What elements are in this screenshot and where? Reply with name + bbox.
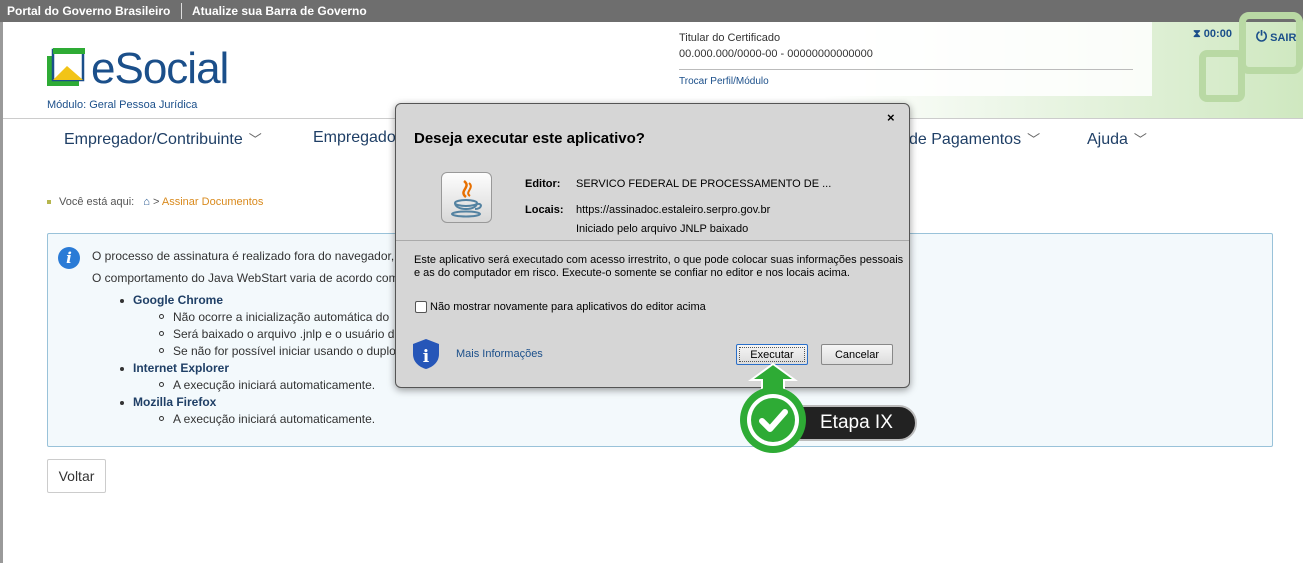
info-text: O processo de assinatura é realizado for… — [92, 249, 395, 263]
info-icon: i — [58, 247, 80, 269]
svg-text:i: i — [423, 347, 430, 367]
logout-label: SAIR — [1270, 32, 1297, 44]
nav-label: Empregador/Contribuinte — [64, 131, 243, 148]
bullet-icon — [159, 382, 164, 387]
trocar-perfil-link[interactable]: Trocar Perfil/Módulo — [679, 76, 769, 87]
breadcrumb-current: Assinar Documentos — [161, 196, 264, 208]
dialog-title: Deseja executar este aplicativo? — [414, 130, 645, 147]
cert-title: Titular do Certificado — [679, 32, 781, 44]
mais-informacoes-link[interactable]: Mais Informações — [456, 348, 543, 360]
nav-empregador[interactable]: Empregador/Contribuinte ﹀ — [64, 129, 262, 149]
list-item: A execução iniciará automaticamente. — [173, 378, 376, 392]
nav-label: Ajuda — [1087, 131, 1128, 148]
nav-empregado[interactable]: Empregado — [313, 129, 396, 147]
locais-value: https://assinadoc.estaleiro.serpro.gov.b… — [576, 204, 771, 216]
bullet-icon — [120, 401, 124, 405]
java-icon — [441, 172, 492, 223]
bullet-icon — [159, 314, 164, 319]
browser-firefox: Mozilla Firefox — [133, 395, 217, 409]
government-bar: Portal do Governo Brasileiro Atualize su… — [0, 0, 1303, 22]
warning-text: Este aplicativo será executado com acess… — [414, 254, 904, 266]
dont-show-checkbox[interactable] — [415, 301, 427, 313]
power-icon: ⏻ — [1256, 28, 1268, 44]
nav-pagamentos[interactable]: de Pagamentos ﹀ — [909, 129, 1040, 149]
browser-chrome: Google Chrome — [133, 293, 224, 307]
bullet-icon — [120, 299, 124, 303]
breadcrumb-separator: > — [153, 196, 160, 208]
bullet-icon — [159, 331, 164, 336]
esocial-logo-icon — [47, 48, 85, 86]
breadcrumb-prefix: Você está aqui: — [59, 196, 135, 208]
editor-value: SERVICO FEDERAL DE PROCESSAMENTO DE ... — [576, 178, 832, 190]
chevron-down-icon: ﹀ — [1027, 132, 1041, 147]
cert-id: 00.000.000/0000-00 - 00000000000000 — [679, 48, 873, 60]
bullet-icon — [47, 200, 51, 205]
list-item: A execução iniciará automaticamente. — [173, 412, 376, 426]
breadcrumb: Você está aqui: ⌂ > Assinar Documentos — [47, 196, 263, 208]
voltar-button[interactable]: Voltar — [47, 459, 106, 493]
info-text: O comportamento do Java WebStart varia d… — [92, 271, 399, 285]
bullet-icon — [120, 367, 124, 371]
close-icon[interactable]: × — [887, 110, 895, 125]
divider — [679, 69, 1133, 70]
chevron-down-icon: ﹀ — [1133, 132, 1147, 147]
divider — [181, 3, 182, 19]
list-item: Não ocorre a inicialização automática do — [173, 310, 390, 324]
cancelar-button[interactable]: Cancelar — [821, 344, 893, 365]
nav-ajuda[interactable]: Ajuda ﹀ — [1087, 129, 1147, 149]
hourglass-icon: ⧗ — [1193, 28, 1201, 40]
list-item: Se não for possível iniciar usando o dup… — [173, 344, 396, 358]
session-timer: ⧗ 00:00 — [1193, 28, 1232, 41]
modulo-label: Módulo: Geral Pessoa Jurídica — [47, 99, 198, 111]
java-cup-icon — [451, 180, 482, 218]
shield-info-icon: i — [413, 339, 439, 369]
bullet-icon — [159, 348, 164, 353]
portal-link[interactable]: Portal do Governo Brasileiro — [7, 4, 170, 18]
timer-value: 00:00 — [1203, 28, 1232, 40]
esocial-logo[interactable]: eSocial — [91, 46, 229, 92]
chevron-down-icon: ﹀ — [248, 132, 262, 147]
list-item: Será baixado o arquivo .jnlp e o usuário… — [173, 327, 402, 341]
editor-label: Editor: — [525, 178, 561, 190]
check-icon — [740, 387, 806, 453]
warning-text: e as do computador em risco. Execute-o s… — [414, 267, 850, 279]
browser-ie: Internet Explorer — [133, 361, 230, 375]
home-icon[interactable]: ⌂ — [143, 196, 150, 208]
checkbox-label: Não mostrar novamente para aplicativos d… — [430, 301, 706, 313]
bullet-icon — [159, 416, 164, 421]
nav-label: de Pagamentos — [909, 131, 1022, 148]
logout-button[interactable]: ⏻ SAIR — [1256, 28, 1296, 45]
atualize-link[interactable]: Atualize sua Barra de Governo — [192, 4, 367, 18]
locais-label: Locais: — [525, 204, 564, 216]
jnlp-note: Iniciado pelo arquivo JNLP baixado — [576, 223, 749, 235]
nav-label: Empregado — [313, 129, 396, 146]
divider — [396, 240, 909, 241]
